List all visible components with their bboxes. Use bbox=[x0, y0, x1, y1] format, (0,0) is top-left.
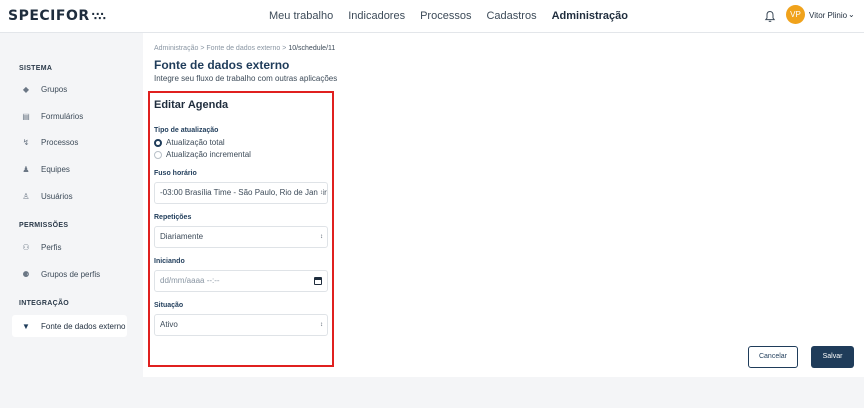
tag-icon: ◆ bbox=[22, 84, 30, 94]
repetitions-label: Repetições bbox=[154, 214, 192, 221]
main-nav: Meu trabalho Indicadores Processos Cadas… bbox=[269, 10, 643, 22]
process-icon: ↯ bbox=[22, 137, 30, 147]
sidebar-item-processos[interactable]: ↯ Processos bbox=[12, 132, 127, 152]
repetitions-select[interactable]: Diariamente ↕ bbox=[154, 226, 328, 248]
cancel-button[interactable]: Cancelar bbox=[748, 346, 798, 368]
radio-label: Atualização total bbox=[166, 138, 225, 147]
radio-checked-icon bbox=[154, 138, 162, 147]
save-button[interactable]: Salvar bbox=[811, 346, 854, 368]
radio-full-update[interactable]: Atualização total bbox=[154, 137, 225, 148]
timezone-select[interactable]: -03:00 Brasília Time - São Paulo, Rio de… bbox=[154, 182, 328, 204]
edit-schedule-form: Editar Agenda Tipo de atualização Atuali… bbox=[148, 91, 334, 367]
sidebar-item-label: Processos bbox=[41, 137, 79, 147]
logo-text: SPECIFOR bbox=[8, 8, 90, 24]
sidebar-item-perfis[interactable]: ⚇ Perfis bbox=[12, 237, 127, 257]
data-source-icon: ▼ bbox=[22, 321, 30, 331]
team-icon: ♟ bbox=[22, 164, 30, 174]
status-label: Situação bbox=[154, 302, 184, 309]
sidebar-item-grupos-de-perfis[interactable]: ⚈ Grupos de perfis bbox=[12, 264, 127, 284]
sidebar-item-label: Perfis bbox=[41, 242, 62, 252]
sidebar-item-label: Grupos de perfis bbox=[41, 269, 101, 279]
nav-item-cadastros[interactable]: Cadastros bbox=[486, 10, 536, 22]
sidebar-item-grupos[interactable]: ◆ Grupos bbox=[12, 79, 127, 99]
nav-item-indicadores[interactable]: Indicadores bbox=[348, 10, 405, 22]
select-arrows-icon: ↕ bbox=[318, 227, 323, 247]
main-panel: Administração > Fonte de dados externo >… bbox=[143, 33, 864, 377]
nav-item-meu-trabalho[interactable]: Meu trabalho bbox=[269, 10, 333, 22]
radio-incremental-update[interactable]: Atualização incremental bbox=[154, 149, 251, 160]
start-datetime-input[interactable]: dd/mm/aaaa --:-- bbox=[154, 270, 328, 292]
status-select[interactable]: Ativo ↕ bbox=[154, 314, 328, 336]
radio-label: Atualização incremental bbox=[166, 150, 251, 159]
document-icon: ▤ bbox=[22, 111, 30, 121]
top-bar: SPECIFOR ∵∴ Meu trabalho Indicadores Proc… bbox=[0, 0, 864, 33]
form-title: Editar Agenda bbox=[154, 99, 229, 111]
sidebar-item-equipes[interactable]: ♟ Equipes bbox=[12, 159, 127, 179]
nav-item-administracao[interactable]: Administração bbox=[552, 10, 628, 22]
breadcrumb-item-fonte-de-dados[interactable]: Fonte de dados externo bbox=[206, 45, 280, 52]
sidebar-section-integracao: INTEGRAÇÃO bbox=[19, 300, 70, 307]
sidebar-item-label: Formulários bbox=[41, 111, 84, 121]
nav-item-processos[interactable]: Processos bbox=[420, 10, 471, 22]
sidebar-item-formularios[interactable]: ▤ Formulários bbox=[12, 106, 127, 126]
repetitions-value: Diariamente bbox=[160, 232, 204, 241]
select-arrows-icon: ↕ bbox=[318, 183, 323, 203]
status-value: Ativo bbox=[160, 320, 178, 329]
timezone-value: -03:00 Brasília Time - São Paulo, Rio de… bbox=[160, 188, 328, 197]
sidebar-section-permissoes: PERMISSÕES bbox=[19, 222, 69, 229]
user-name[interactable]: Vitor Plinio bbox=[809, 11, 847, 20]
sidebar-item-fonte-de-dados-externo[interactable]: ▼ Fonte de dados externo bbox=[12, 315, 127, 337]
page-subtitle: Integre seu fluxo de trabalho com outras… bbox=[154, 74, 338, 83]
breadcrumb: Administração > Fonte de dados externo >… bbox=[154, 45, 335, 52]
sidebar-item-label: Usuários bbox=[41, 191, 73, 201]
timezone-label: Fuso horário bbox=[154, 170, 197, 177]
sidebar-item-label: Equipes bbox=[41, 164, 70, 174]
radio-unchecked-icon bbox=[154, 150, 162, 159]
sidebar-item-label: Grupos bbox=[41, 84, 68, 94]
breadcrumb-item-current: 10/schedule/11 bbox=[288, 45, 336, 52]
bell-icon[interactable] bbox=[764, 10, 776, 23]
profile-group-icon: ⚈ bbox=[22, 269, 30, 279]
sidebar-item-label: Fonte de dados externo bbox=[41, 321, 126, 331]
sidebar-item-usuarios[interactable]: ♙ Usuários bbox=[12, 186, 127, 206]
start-placeholder: dd/mm/aaaa --:-- bbox=[160, 276, 220, 285]
page-title: Fonte de dados externo bbox=[154, 58, 290, 72]
logo-mark: ∵∴ bbox=[91, 10, 106, 23]
select-arrows-icon: ↕ bbox=[318, 315, 323, 335]
update-type-label: Tipo de atualização bbox=[154, 127, 219, 134]
sidebar: SISTEMA ◆ Grupos ▤ Formulários ↯ Process… bbox=[0, 33, 143, 377]
user-icon: ♙ bbox=[22, 191, 30, 201]
start-label: Iniciando bbox=[154, 258, 185, 265]
logo[interactable]: SPECIFOR ∵∴ bbox=[8, 8, 106, 24]
breadcrumb-item-administracao[interactable]: Administração bbox=[154, 45, 198, 52]
chevron-down-icon[interactable]: ⌄ bbox=[848, 10, 855, 19]
avatar[interactable]: VP bbox=[786, 5, 805, 24]
calendar-icon[interactable] bbox=[314, 277, 322, 285]
profile-icon: ⚇ bbox=[22, 242, 30, 252]
sidebar-section-sistema: SISTEMA bbox=[19, 65, 53, 72]
